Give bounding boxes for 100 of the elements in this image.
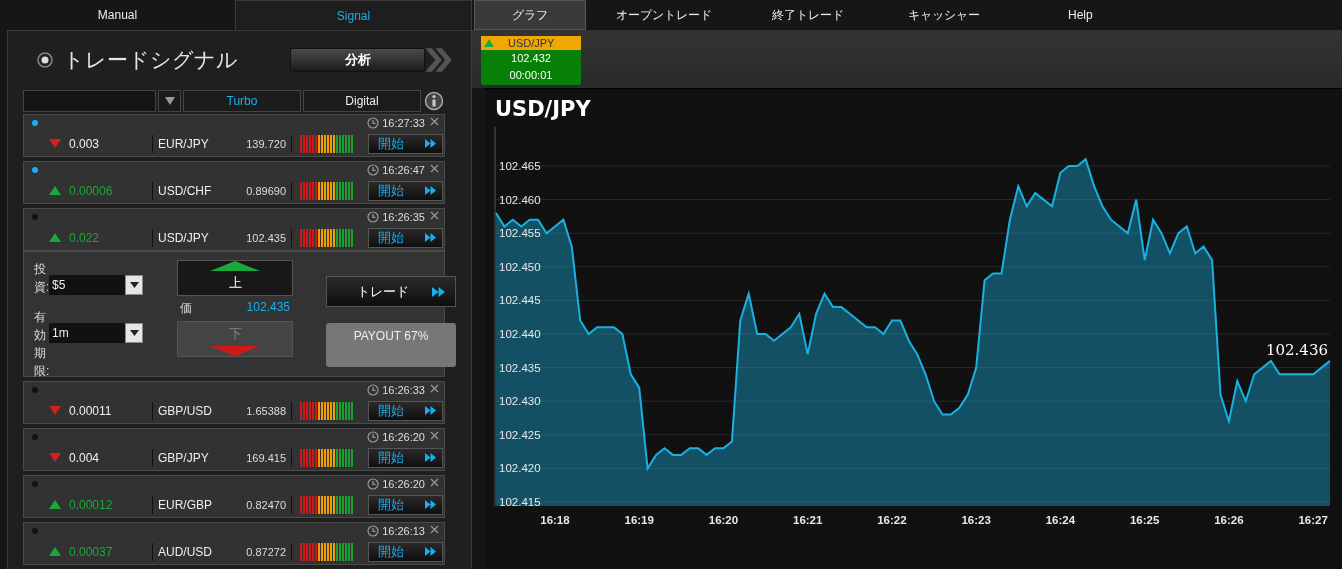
- signal-price: 139.720: [245, 137, 287, 150]
- x-tick-label: 16:24: [1045, 514, 1076, 526]
- signal-row[interactable]: 16:26:13 0.00037 AUD/USD 0.87272 開始: [23, 522, 445, 565]
- caret-icon: [129, 330, 139, 336]
- filter-tab[interactable]: Turbo: [183, 90, 301, 112]
- close-icon[interactable]: [430, 117, 439, 126]
- signal-time: 16:26:47: [382, 164, 425, 176]
- fast-forward-icon: [425, 139, 436, 148]
- close-icon[interactable]: [430, 211, 439, 220]
- signal-row[interactable]: 16:26:33 0.00011 GBP/USD 1.65388 開始: [23, 381, 445, 424]
- x-tick-label: 16:25: [1129, 514, 1160, 526]
- y-tick-label: 102.420: [499, 462, 541, 475]
- signal-price: 0.89690: [245, 184, 287, 197]
- start-button[interactable]: 開始: [368, 494, 443, 515]
- panel-tab[interactable]: Signal: [235, 0, 472, 30]
- y-tick-label: 102.440: [499, 327, 541, 340]
- dropdown-button[interactable]: [158, 90, 181, 112]
- signal-change: 0.004: [69, 450, 101, 465]
- start-button[interactable]: 開始: [368, 180, 443, 201]
- y-tick-label: 102.465: [499, 160, 541, 172]
- fast-forward-icon: [425, 186, 436, 195]
- investment-select[interactable]: $5: [48, 274, 144, 296]
- signal-time: 16:26:20: [382, 431, 425, 443]
- nav-tab[interactable]: キャッシャー: [878, 0, 1010, 30]
- caret-icon: [164, 97, 175, 105]
- ticker-card[interactable]: USD/JPY 102.432 00:00:01: [481, 36, 581, 85]
- currency-pair: EUR/GBP: [157, 497, 213, 512]
- clock-icon: [367, 164, 380, 176]
- signal-change: 0.00037: [69, 544, 114, 559]
- fast-forward-icon: [432, 286, 445, 297]
- x-tick-label: 16:18: [540, 514, 570, 526]
- close-icon[interactable]: [430, 431, 439, 440]
- panel-title: トレードシグナル: [63, 47, 239, 73]
- nav-tab[interactable]: Help: [1038, 0, 1123, 30]
- start-button[interactable]: 開始: [368, 400, 443, 421]
- signal-price: 1.65388: [245, 404, 287, 417]
- y-tick-label: 102.415: [499, 495, 541, 508]
- chart-title: USD/JPY: [494, 96, 592, 123]
- clock-icon: [367, 431, 380, 443]
- analysis-button[interactable]: 分析: [290, 48, 425, 72]
- up-button[interactable]: 上: [177, 260, 293, 296]
- start-button[interactable]: 開始: [368, 541, 443, 562]
- start-button[interactable]: 開始: [368, 133, 443, 154]
- close-icon[interactable]: [430, 384, 439, 393]
- strength-meter-icon: [300, 448, 354, 467]
- start-button[interactable]: 開始: [368, 447, 443, 468]
- x-tick-label: 16:22: [877, 514, 907, 526]
- currency-pair: EUR/JPY: [157, 136, 210, 151]
- x-tick-label: 16:23: [961, 514, 991, 526]
- start-button[interactable]: 開始: [368, 227, 443, 248]
- signal-row[interactable]: 16:26:47 0.00006 USD/CHF 0.89690 開始: [23, 161, 445, 204]
- signal-price: 0.82470: [245, 498, 287, 511]
- currency-pair: GBP/USD: [157, 403, 213, 418]
- info-icon[interactable]: [424, 91, 444, 111]
- signal-time: 16:26:13: [382, 525, 425, 537]
- signal-change: 0.003: [69, 136, 101, 151]
- signal-change: 0.022: [69, 230, 101, 245]
- signal-row[interactable]: 16:26:35 0.022 USD/JPY 102.435 開始: [23, 208, 445, 251]
- clock-icon: [367, 117, 380, 129]
- strength-meter-icon: [300, 542, 354, 561]
- clock-icon: [367, 525, 380, 537]
- expiry-select[interactable]: 1m: [48, 322, 144, 344]
- y-tick-label: 102.445: [499, 294, 541, 307]
- signal-row[interactable]: 16:26:20 0.00012 EUR/GBP 0.82470 開始: [23, 475, 445, 518]
- close-icon[interactable]: [430, 164, 439, 173]
- last-price-label: 102.436: [1265, 340, 1328, 359]
- price-label: 価: [180, 300, 192, 317]
- fast-forward-icon: [425, 233, 436, 242]
- signal-time: 16:26:35: [382, 211, 425, 223]
- signal-row[interactable]: 16:26:20 0.004 GBP/JPY 169.415 開始: [23, 428, 445, 471]
- close-icon[interactable]: [430, 525, 439, 534]
- signal-price: 102.435: [245, 231, 287, 244]
- strength-meter-icon: [300, 181, 354, 200]
- close-icon[interactable]: [430, 478, 439, 487]
- ticker-price: 102.432: [511, 51, 551, 66]
- ticker-pair: USD/JPY: [508, 37, 555, 49]
- caret-icon: [129, 282, 139, 288]
- currency-pair: USD/CHF: [157, 183, 213, 198]
- currency-pair: GBP/JPY: [157, 450, 210, 465]
- filter-tab[interactable]: Digital: [303, 90, 421, 112]
- signal-change: 0.00011: [69, 403, 113, 418]
- x-tick-label: 16:27: [1298, 514, 1328, 526]
- nav-tab[interactable]: グラフ: [474, 0, 586, 30]
- signal-change: 0.00006: [69, 183, 114, 198]
- fast-forward-icon: [425, 406, 436, 415]
- radio-icon[interactable]: [37, 52, 53, 68]
- nav-tab[interactable]: オープントレード: [586, 0, 742, 30]
- x-tick-label: 16:21: [793, 514, 823, 526]
- fast-forward-icon: [425, 453, 436, 462]
- fast-forward-icon: [425, 500, 436, 509]
- y-tick-label: 102.435: [499, 361, 541, 374]
- y-tick-label: 102.455: [499, 227, 541, 240]
- trade-button[interactable]: トレード: [326, 276, 456, 307]
- payout-box: PAYOUT 67%: [326, 323, 456, 367]
- strength-meter-icon: [300, 228, 354, 247]
- y-tick-label: 102.425: [499, 428, 541, 441]
- x-tick-label: 16:20: [708, 514, 739, 526]
- signal-row[interactable]: 16:27:33 0.003 EUR/JPY 139.720 開始: [23, 114, 445, 157]
- x-tick-label: 16:19: [624, 514, 654, 526]
- nav-tab[interactable]: 終了トレード: [742, 0, 874, 30]
